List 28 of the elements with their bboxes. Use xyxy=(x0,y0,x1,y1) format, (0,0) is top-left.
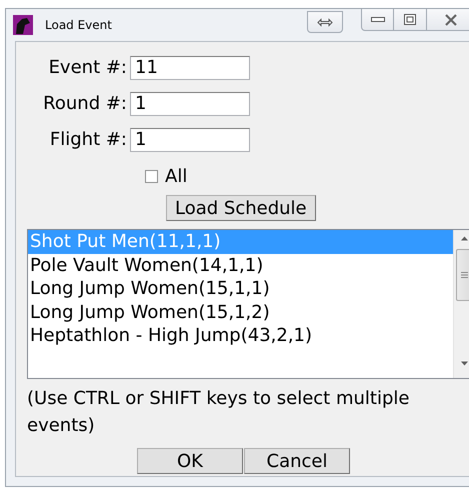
list-item[interactable]: Heptathlon - High Jump(43,2,1) xyxy=(28,324,453,348)
close-button[interactable] xyxy=(427,9,469,31)
close-icon xyxy=(444,14,458,26)
maximize-icon xyxy=(404,14,416,25)
swap-icon xyxy=(317,18,333,26)
ok-button[interactable]: OK xyxy=(137,448,243,474)
checkbox-label: All xyxy=(165,166,188,187)
input-field[interactable]: 1 xyxy=(130,128,250,152)
list-item[interactable]: Long Jump Women(15,1,1) xyxy=(28,277,453,300)
scroll-thumb[interactable] xyxy=(456,249,469,301)
load-schedule-button[interactable]: Load Schedule xyxy=(166,195,316,221)
minimize-button[interactable] xyxy=(361,9,394,31)
field-label: Flight #: xyxy=(48,128,127,152)
input-field[interactable]: 11 xyxy=(130,56,250,80)
app-icon xyxy=(13,15,33,35)
field-label: Event #: xyxy=(48,56,127,80)
minimize-icon xyxy=(370,17,384,22)
input-field[interactable]: 1 xyxy=(130,92,250,116)
hint-text: (Use CTRL or SHIFT keys to select multiple events) xyxy=(27,387,410,438)
scrollbar[interactable] xyxy=(453,230,469,378)
swap-button[interactable] xyxy=(307,11,343,33)
list-item[interactable]: Long Jump Women(15,1,2) xyxy=(28,300,453,324)
list-item[interactable]: Pole Vault Women(14,1,1) xyxy=(28,254,453,277)
checkbox[interactable] xyxy=(145,170,158,183)
maximize-button[interactable] xyxy=(394,9,427,31)
cancel-button[interactable]: Cancel xyxy=(244,448,350,474)
window-title: Load Event xyxy=(45,18,112,32)
field-label: Round #: xyxy=(42,92,127,116)
